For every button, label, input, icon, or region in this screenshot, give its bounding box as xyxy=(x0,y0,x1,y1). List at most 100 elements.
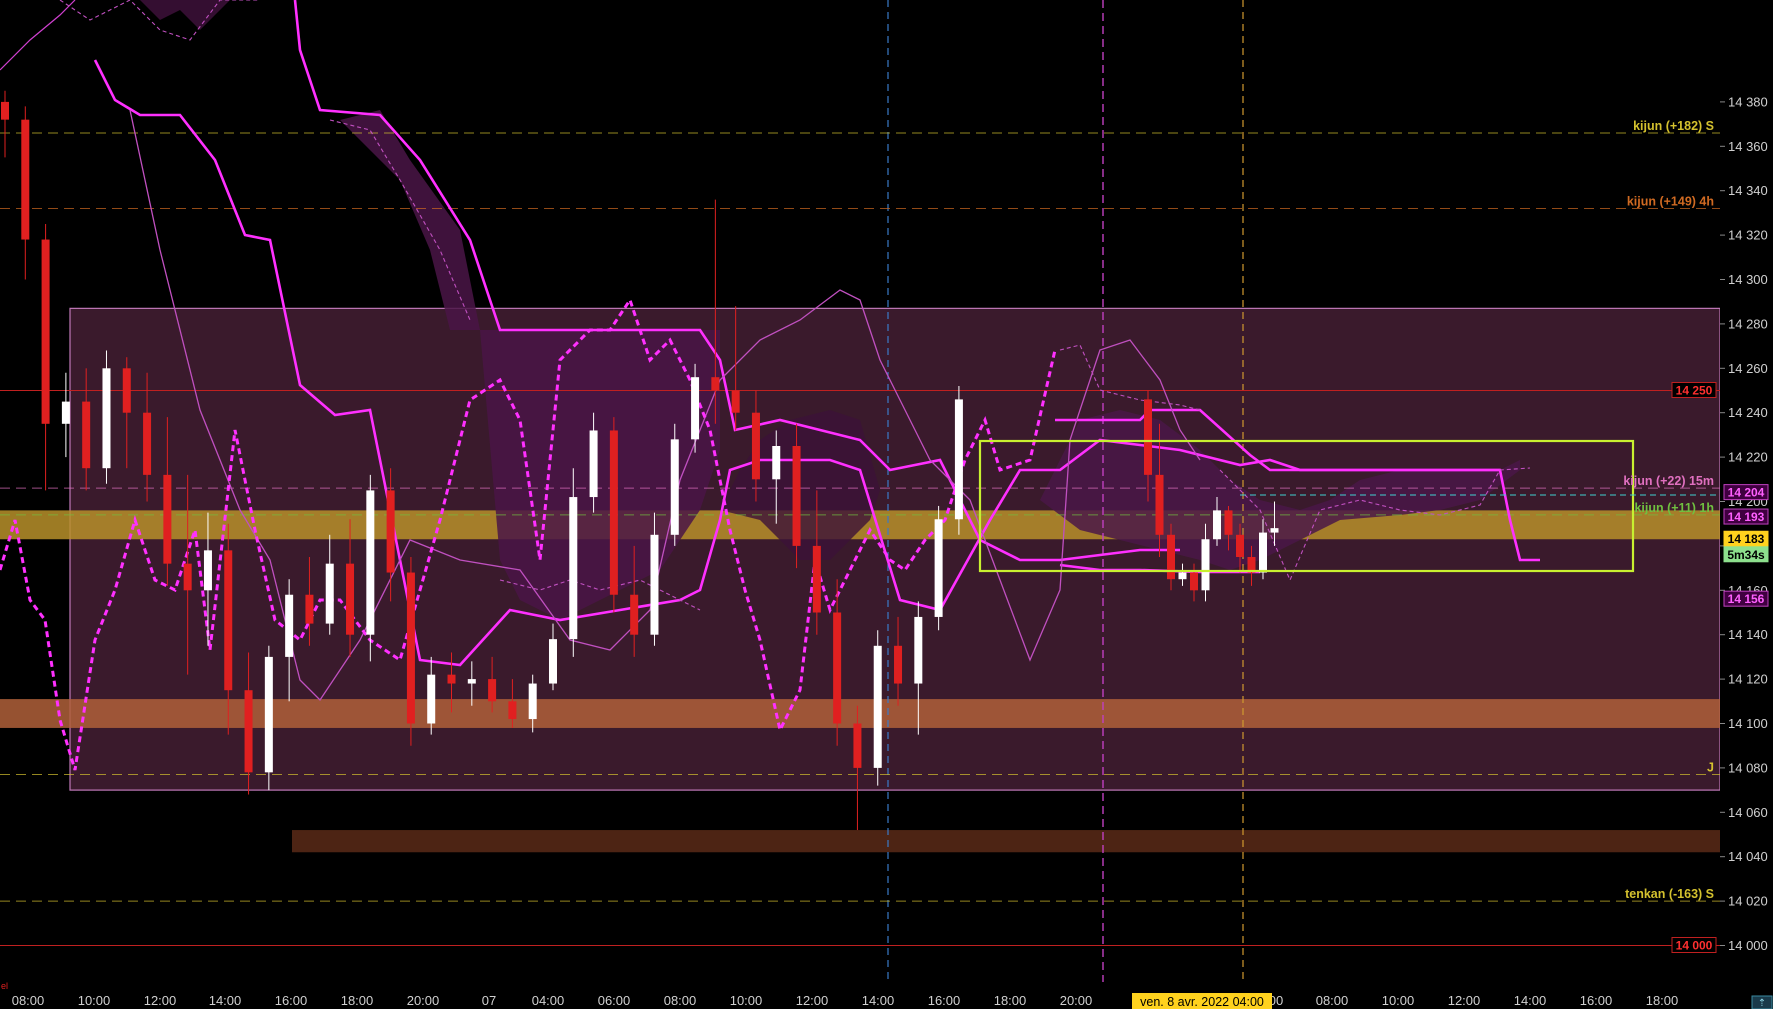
x-tick-label: 14:00 xyxy=(209,993,242,1008)
candle-body xyxy=(812,545,821,613)
candle-body xyxy=(894,645,903,684)
badge-text: 14 204 xyxy=(1728,486,1765,500)
candle-body xyxy=(325,563,334,624)
scroll-button[interactable]: ⇡ xyxy=(1751,995,1773,1009)
zones-layer xyxy=(0,307,1720,853)
candle-body xyxy=(954,399,963,520)
level-label-3: kijun (+11) 1h xyxy=(1634,501,1714,515)
candle-body xyxy=(1270,528,1279,533)
candle-body xyxy=(1144,399,1152,475)
candle[interactable] xyxy=(264,645,273,791)
x-tick-label: 10:00 xyxy=(1382,993,1415,1008)
x-tick-label: 14:00 xyxy=(1514,993,1547,1008)
candle-body xyxy=(650,534,659,635)
candle-body xyxy=(447,674,456,684)
y-tick-label: 14 300 xyxy=(1728,272,1768,287)
price-chart[interactable]: kijun (+182) S kijun (+149) 4h kijun (+22)… xyxy=(0,0,1773,1009)
candle-body xyxy=(163,474,172,564)
y-tick-label: 14 100 xyxy=(1728,716,1768,731)
x-tick-label: 06:00 xyxy=(598,993,631,1008)
price-badge-2: 14 193 xyxy=(1723,508,1769,525)
candle-body xyxy=(1190,572,1198,591)
candle-body xyxy=(630,594,639,635)
x-tick-label: 08:00 xyxy=(664,993,697,1008)
x-tick-label: 18:00 xyxy=(1646,993,1679,1008)
candle-body xyxy=(1178,572,1187,580)
x-highlight-text: ven. 8 avr. 2022 04:00 xyxy=(1140,995,1264,1009)
x-tick-label: 12:00 xyxy=(1448,993,1481,1008)
x-tick-label: 16:00 xyxy=(275,993,308,1008)
candle-body xyxy=(691,377,700,440)
candle[interactable] xyxy=(934,505,943,631)
candle[interactable] xyxy=(670,423,679,546)
y-tick-label: 14 380 xyxy=(1728,94,1768,109)
candle[interactable] xyxy=(609,417,618,613)
y-tick-label: 14 240 xyxy=(1728,405,1768,420)
badge-text: 14 156 xyxy=(1728,592,1765,606)
candle[interactable] xyxy=(366,474,375,662)
x-highlight: ven. 8 avr. 2022 04:00 xyxy=(1132,993,1272,1009)
candle-body xyxy=(143,412,152,475)
x-tick-label: 18:00 xyxy=(341,993,374,1008)
candle[interactable] xyxy=(691,363,700,453)
candle[interactable] xyxy=(406,557,415,746)
candle-body xyxy=(873,645,882,768)
x-tick-label: 16:00 xyxy=(928,993,961,1008)
candle-body xyxy=(1236,534,1244,557)
y-tick-label: 14 340 xyxy=(1728,183,1768,198)
candle-body xyxy=(751,412,760,480)
candle-body xyxy=(1155,474,1164,535)
candle-body xyxy=(1,101,9,120)
y-tick-label: 14 040 xyxy=(1728,849,1768,864)
candle-body xyxy=(102,368,111,469)
candle-body xyxy=(1167,534,1175,580)
level-label-1: kijun (+149) 4h xyxy=(1627,194,1714,208)
candle[interactable] xyxy=(873,630,882,786)
candle-body xyxy=(203,550,212,591)
badge-text: 14 250 xyxy=(1676,384,1713,398)
zone-3[interactable] xyxy=(292,830,1720,853)
candle-body xyxy=(427,674,436,724)
x-tick-label: 08:00 xyxy=(1316,993,1349,1008)
x-tick-label: 04:00 xyxy=(532,993,565,1008)
candle-body xyxy=(792,446,801,546)
price-badge-0: 14 250 xyxy=(1671,382,1717,398)
x-tick-label: 14:00 xyxy=(862,993,895,1008)
price-badge-4: 5m34s xyxy=(1723,546,1769,563)
candle-body xyxy=(731,390,740,413)
x-tick-label: 18:00 xyxy=(994,993,1027,1008)
y-tick-label: 14 080 xyxy=(1728,760,1768,775)
price-badge-1: 14 204 xyxy=(1723,484,1769,501)
candle-body xyxy=(406,572,415,724)
candle-body xyxy=(1201,539,1210,591)
candle-body xyxy=(609,430,618,595)
x-tick-label: 08:00 xyxy=(12,993,45,1008)
x-tick-label: 10:00 xyxy=(78,993,111,1008)
y-tick-label: 14 000 xyxy=(1728,938,1768,953)
candle-body xyxy=(21,119,30,240)
y-tick-label: 14 140 xyxy=(1728,627,1768,642)
candle[interactable] xyxy=(954,386,963,535)
candle-body xyxy=(914,616,923,684)
candle-body xyxy=(1213,510,1221,540)
candle-body xyxy=(122,368,131,413)
candle-body xyxy=(528,683,537,720)
candle-body xyxy=(183,563,192,591)
x-tick-label: 12:00 xyxy=(144,993,177,1008)
candle-body xyxy=(61,401,70,424)
candle[interactable] xyxy=(102,350,111,484)
y-tick-label: 14 280 xyxy=(1728,316,1768,331)
y-tick-label: 14 060 xyxy=(1728,805,1768,820)
price-badge-5: 14 156 xyxy=(1723,590,1769,607)
x-tick-label: 10:00 xyxy=(730,993,763,1008)
candle-body xyxy=(41,239,50,424)
level-label-0: kijun (+182) S xyxy=(1633,119,1714,133)
candle-body xyxy=(670,439,679,535)
x-tick-label: 16:00 xyxy=(1580,993,1613,1008)
y-tick-label: 14 360 xyxy=(1728,139,1768,154)
corner-mark: el xyxy=(1,981,8,991)
candle-body xyxy=(264,656,273,773)
candle-body xyxy=(934,519,943,617)
candle-body xyxy=(589,430,598,498)
candle-body xyxy=(244,690,253,773)
